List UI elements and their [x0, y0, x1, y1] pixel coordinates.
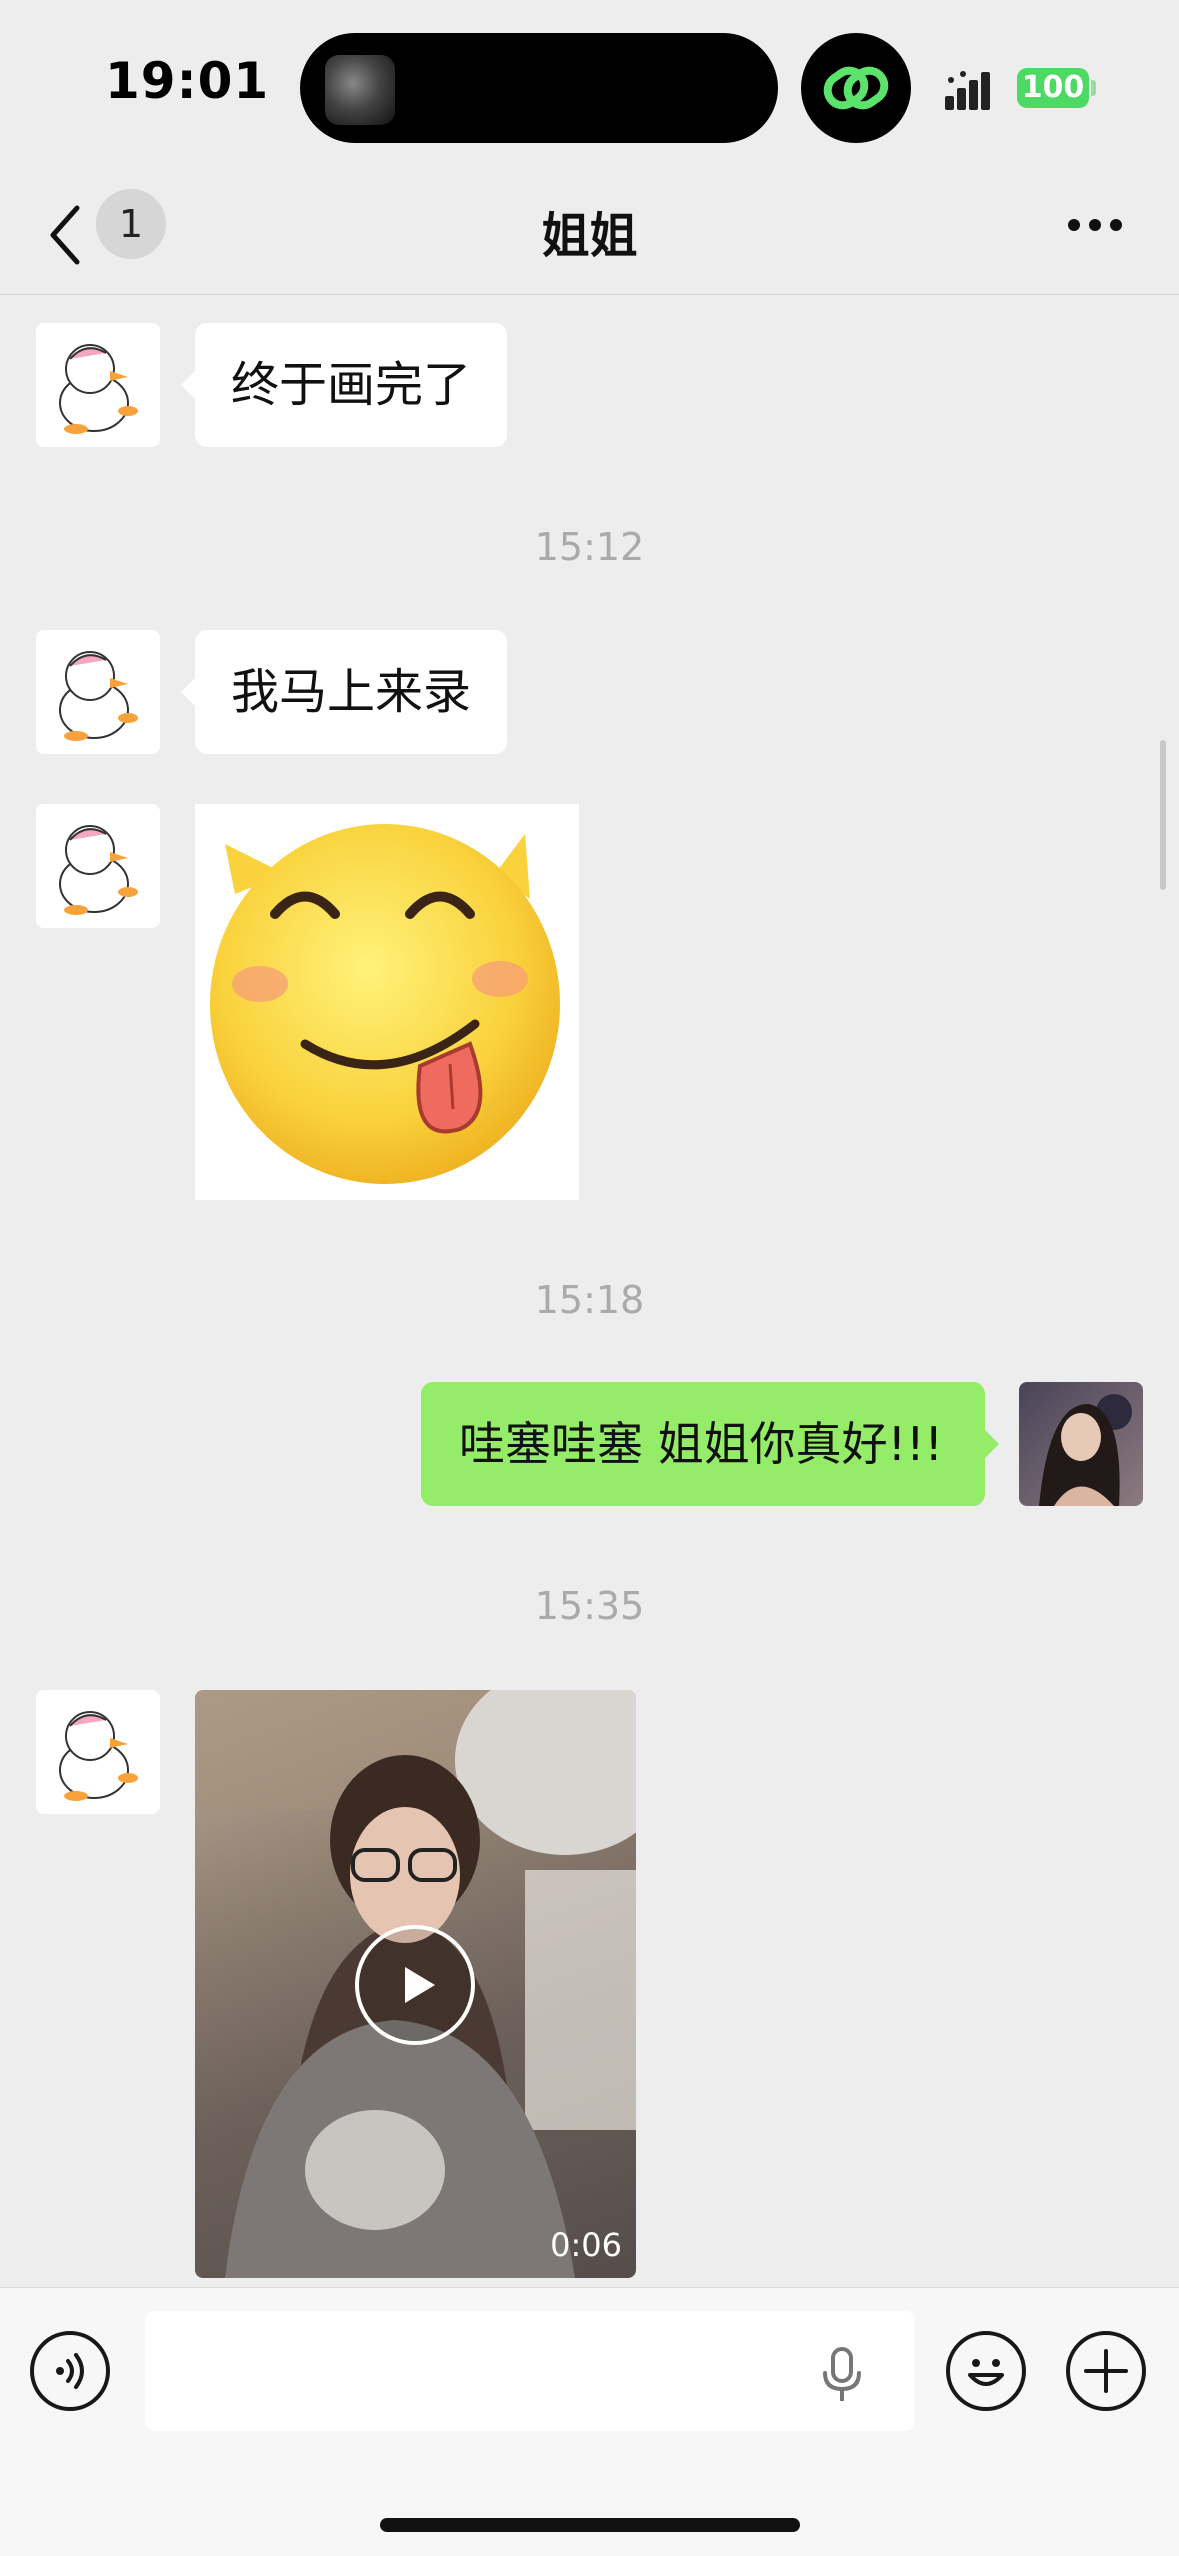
contact-avatar[interactable] [36, 804, 160, 928]
message-bubble-incoming[interactable]: 我马上来录 [180, 630, 508, 754]
contact-avatar[interactable] [36, 630, 160, 754]
voice-icon[interactable] [30, 2331, 110, 2411]
album-art-icon [325, 55, 395, 125]
duck-avatar-icon [36, 804, 160, 928]
video-duration: 0:06 [550, 2226, 622, 2264]
play-icon[interactable] [355, 1925, 475, 2045]
status-time: 19:01 [105, 52, 270, 110]
my-avatar[interactable] [1019, 1382, 1143, 1506]
emoji-icon[interactable] [946, 2331, 1026, 2411]
contact-avatar[interactable] [36, 323, 160, 447]
signal-icon [945, 70, 1003, 110]
user-photo-avatar [1019, 1382, 1143, 1506]
ellipsis-icon[interactable] [1066, 217, 1124, 233]
contact-avatar[interactable] [36, 1690, 160, 1814]
microphone-icon[interactable] [820, 2347, 864, 2403]
duck-avatar-icon [36, 630, 160, 754]
timestamp: 15:18 [534, 1278, 645, 1322]
timestamp: 15:35 [534, 1584, 645, 1628]
duck-avatar-icon [36, 323, 160, 447]
chat-title: 姐姐 [541, 208, 638, 264]
message-bubble-outgoing[interactable]: 哇塞哇塞 姐姐你真好!!! [421, 1382, 999, 1506]
message-bubble-incoming[interactable]: 终于画完了 [180, 323, 508, 447]
duck-avatar-icon [36, 1690, 160, 1814]
plus-icon[interactable] [1066, 2331, 1146, 2411]
home-indicator[interactable] [380, 2518, 800, 2532]
scrollbar[interactable] [1160, 740, 1166, 890]
link-icon[interactable] [801, 33, 911, 143]
message-input[interactable] [145, 2311, 915, 2431]
video-message[interactable]: 0:06 [195, 1690, 636, 2278]
dynamic-island[interactable] [300, 33, 778, 143]
timestamp: 15:12 [534, 525, 645, 569]
smiley-tongue-sticker[interactable] [195, 804, 579, 1200]
battery-tip [1091, 80, 1096, 96]
battery-icon: 100 [1017, 68, 1089, 108]
